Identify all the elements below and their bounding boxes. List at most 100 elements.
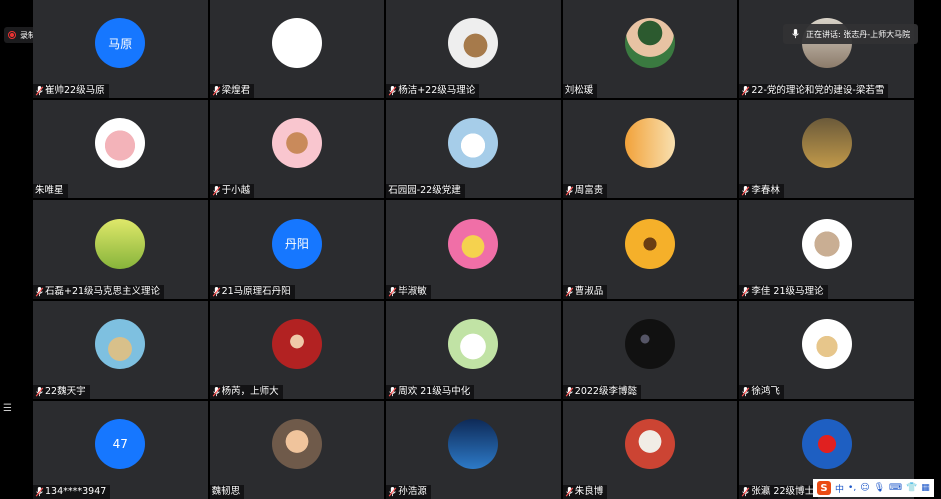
- participant-name-tag: 李春林: [739, 184, 784, 199]
- participant-tile[interactable]: 杨芮，上师大: [209, 300, 385, 399]
- muted-mic-icon: [212, 86, 220, 96]
- participant-name: 魏韧思: [211, 485, 241, 497]
- participant-tile[interactable]: 徐鸿飞: [739, 300, 914, 399]
- participant-tile[interactable]: 朱唯星: [33, 100, 208, 199]
- participant-name-tag: 曹淑品: [562, 284, 608, 299]
- muted-mic-icon: [388, 286, 397, 297]
- participant-tile[interactable]: 马原崔帅22级马原: [33, 0, 208, 99]
- speaking-label: 正在讲话: 张志丹-上师大马院: [806, 29, 911, 39]
- muted-mic-icon: [212, 386, 220, 397]
- participant-avatar: [448, 318, 499, 369]
- participant-tile[interactable]: 朱良博: [562, 400, 738, 499]
- participant-name: 孙浩源: [398, 485, 427, 497]
- participant-tile[interactable]: 杨洁+22级马理论: [386, 0, 561, 99]
- participant-avatar: [801, 218, 852, 269]
- muted-mic-icon: [565, 286, 574, 297]
- participant-tile[interactable]: 李佳 21级马理论: [739, 200, 914, 299]
- participant-name-tag: 梁煌君: [209, 84, 255, 99]
- participant-avatar: [271, 418, 322, 469]
- participant-name-tag: 134****3947: [33, 484, 111, 499]
- muted-mic-icon: [388, 386, 397, 397]
- participant-tile[interactable]: 石园园-22级党建: [386, 100, 561, 199]
- menu-icon[interactable]: ☰: [3, 404, 12, 414]
- participant-name-tag: 杨洁+22级马理论: [386, 84, 480, 99]
- participant-tile[interactable]: 李春林: [739, 100, 914, 199]
- participant-name-tag: 石磊+21级马克思主义理论: [33, 284, 165, 299]
- participant-avatar: [95, 218, 146, 269]
- participant-name-tag: 于小越: [209, 184, 255, 199]
- participant-name-tag: 石园园-22级党建: [386, 184, 465, 199]
- muted-mic-icon: [742, 386, 750, 397]
- participant-avatar: [448, 418, 499, 469]
- ime-toolbar[interactable]: S 中 •, ☺ 🎙 ⌨ 👕 ▦: [813, 479, 934, 497]
- participant-avatar: [801, 318, 852, 369]
- muted-mic-icon: [565, 486, 574, 497]
- participant-tile[interactable]: 魏韧思: [209, 400, 385, 499]
- participant-avatar: 马原: [95, 18, 146, 69]
- participant-avatar: [95, 318, 146, 369]
- participant-tile[interactable]: 丹阳 21马原理石丹阳: [209, 200, 385, 299]
- participant-tile[interactable]: 周欢 21级马中化: [386, 300, 561, 399]
- emoji-icon[interactable]: ☺: [860, 483, 869, 493]
- muted-mic-icon: [35, 386, 44, 397]
- participant-name-tag: 徐鸿飞: [739, 384, 784, 399]
- muted-mic-icon: [212, 286, 220, 297]
- participant-avatar: [448, 18, 499, 69]
- participant-name: 2022级李博懿: [574, 385, 637, 397]
- participant-name: 徐鸿飞: [751, 385, 780, 397]
- participant-tile[interactable]: 2022级李博懿: [562, 300, 738, 399]
- participant-name-tag: 魏韧思: [209, 484, 245, 499]
- mic-icon: [792, 29, 799, 39]
- participant-name: 朱良博: [574, 485, 604, 497]
- participant-avatar: [801, 418, 852, 469]
- participant-avatar: [801, 118, 852, 169]
- participant-tile[interactable]: 梁煌君: [209, 0, 385, 99]
- participant-tile[interactable]: 22-党的理论和党的建设-梁若雪: [739, 0, 914, 99]
- speaking-indicator: 正在讲话: 张志丹-上师大马院: [783, 24, 919, 44]
- participant-name: 曹淑品: [574, 285, 604, 297]
- ime-mode[interactable]: 中: [835, 482, 844, 495]
- toolbox-icon[interactable]: ▦: [921, 483, 930, 493]
- participant-name: 梁煌君: [221, 85, 251, 97]
- participant-name: 周欢 21级马中化: [398, 385, 471, 397]
- ime-punct[interactable]: •,: [848, 483, 856, 493]
- participant-name: 杨洁+22级马理论: [398, 85, 476, 97]
- skin-icon[interactable]: 👕: [906, 483, 917, 493]
- participant-avatar: [625, 318, 676, 369]
- sogou-logo-icon: S: [817, 481, 831, 495]
- participant-name: 石园园-22级党建: [388, 185, 461, 197]
- participant-name-tag: 崔帅22级马原: [33, 84, 109, 99]
- participant-name: 朱唯星: [35, 185, 64, 197]
- participant-tile[interactable]: 毕淑敏: [386, 200, 561, 299]
- participant-name-tag: 李佳 21级马理论: [739, 284, 828, 299]
- participant-tile[interactable]: 周富贵: [562, 100, 738, 199]
- participant-name-tag: 张瀛 22级博士: [739, 484, 818, 499]
- participant-tile[interactable]: 孙浩源: [386, 400, 561, 499]
- participant-tile[interactable]: 石磊+21级马克思主义理论: [33, 200, 208, 299]
- muted-mic-icon: [565, 386, 574, 397]
- muted-mic-icon: [565, 186, 574, 196]
- participant-name: 李佳 21级马理论: [751, 285, 824, 297]
- participant-name: 张瀛 22级博士: [751, 485, 814, 497]
- voice-icon[interactable]: 🎙: [874, 483, 885, 493]
- participant-name-tag: 杨芮，上师大: [209, 384, 283, 399]
- participant-avatar: [271, 318, 322, 369]
- participant-grid: 马原 崔帅22级马原 梁煌君 杨洁+22级马理论 刘松瑗 22-党的理论和党的建设-梁若雪…: [33, 0, 914, 499]
- participant-avatar: [271, 18, 322, 69]
- participant-avatar: [95, 118, 146, 169]
- participant-name: 杨芮，上师大: [221, 385, 279, 397]
- participant-tile[interactable]: 22魏天宇: [33, 300, 208, 399]
- participant-tile[interactable]: 刘松瑗: [562, 0, 738, 99]
- participant-name-tag: 21马原理石丹阳: [209, 284, 295, 299]
- muted-mic-icon: [388, 486, 397, 497]
- participant-name-tag: 22魏天宇: [33, 384, 90, 399]
- participant-tile[interactable]: 于小越: [209, 100, 385, 199]
- participant-tile[interactable]: 47 134****3947: [33, 400, 208, 499]
- participant-name: 石磊+21级马克思主义理论: [45, 285, 161, 297]
- participant-name: 22-党的理论和党的建设-梁若雪: [751, 85, 885, 97]
- participant-avatar: [448, 118, 499, 169]
- participant-name-tag: 孙浩源: [386, 484, 431, 499]
- participant-tile[interactable]: 曹淑品: [562, 200, 738, 299]
- participant-avatar: [448, 218, 499, 269]
- keyboard-icon[interactable]: ⌨: [889, 483, 902, 493]
